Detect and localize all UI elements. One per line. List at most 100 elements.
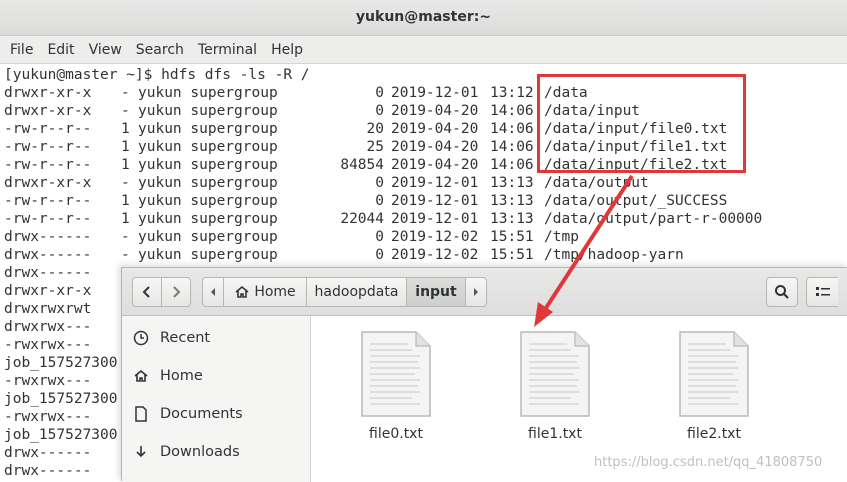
ls-time: 14:06 [490,103,534,119]
menu-view[interactable]: View [89,42,122,58]
ls-perm: drwxr-xr-x [4,103,92,119]
clock-icon [132,329,150,347]
menu-file[interactable]: File [10,42,33,58]
ls-size: 0 [375,103,384,119]
sidebar-item-label: Recent [160,330,211,346]
back-button[interactable] [132,277,162,307]
terminal-line-partial: -rwxrwx--- [4,373,92,389]
ls-path: /data/output/part-r-00000 [544,211,763,227]
download-icon [132,443,150,461]
list-view-icon [815,287,830,296]
sidebar-item-downloads[interactable]: Downloads [132,440,240,464]
ls-rep: 1 [121,193,130,209]
search-icon [775,285,789,299]
ls-date: 2019-12-01 [391,211,479,227]
ls-owner: yukun supergroup [138,103,278,119]
ls-time: 14:06 [490,139,534,155]
ls-date: 2019-04-20 [391,157,479,173]
sidebar-item-recent[interactable]: Recent [132,326,210,350]
ls-rep: 1 [121,139,130,155]
ls-perm: -rw-r--r-- [4,211,92,227]
ls-perm: -rw-r--r-- [4,193,92,209]
document-icon [132,405,150,423]
terminal-line-partial: -rwxrwx--- [4,337,92,353]
sidebar-item-label: Home [160,368,203,384]
command-prompt: [yukun@master ~]$ hdfs dfs -ls -R / [4,67,310,83]
ls-rep: - [121,85,130,101]
file-manager-window: Home hadoopdata input Recent Home Docume… [121,267,847,482]
ls-path: /data/output [544,175,649,191]
terminal-line-partial: job_157527300 [4,391,118,407]
ls-size: 0 [375,175,384,191]
menubar: File Edit View Search Terminal Help [0,36,847,64]
ls-path: /tmp/hadoop-yarn [544,247,684,263]
file-name: file2.txt [687,426,741,442]
breadcrumb-hadoopdata[interactable]: hadoopdata [306,277,407,307]
ls-time: 14:06 [490,157,534,173]
highlight-box [537,74,746,173]
ls-date: 2019-04-20 [391,121,479,137]
ls-rep: 1 [121,121,130,137]
menu-terminal[interactable]: Terminal [198,42,257,58]
menu-help[interactable]: Help [271,42,303,58]
ls-size: 20 [366,121,384,137]
ls-time: 15:51 [490,229,534,245]
breadcrumb-home-label: Home [254,284,296,300]
terminal-line-partial: drwxrwx--- [4,319,92,335]
breadcrumb-home[interactable]: Home [223,277,307,307]
ls-size: 0 [375,85,384,101]
breadcrumb-scroll-right[interactable] [465,277,487,307]
ls-size: 22044 [340,211,384,227]
sidebar-item-label: Documents [160,406,243,422]
ls-rep: - [121,175,130,191]
ls-date: 2019-12-01 [391,85,479,101]
ls-perm: drwxr-xr-x [4,175,92,191]
sidebar-item-label: Downloads [160,444,240,460]
ls-rep: - [121,103,130,119]
ls-perm: drwxr-xr-x [4,85,92,101]
text-file-icon [361,331,431,417]
ls-perm: drwx------ [4,229,92,245]
breadcrumb-input[interactable]: input [406,277,466,307]
ls-time: 14:06 [490,121,534,137]
view-options-button[interactable] [806,277,838,307]
menu-search[interactable]: Search [136,42,184,58]
ls-date: 2019-04-20 [391,139,479,155]
ls-owner: yukun supergroup [138,229,278,245]
ls-size: 25 [366,139,384,155]
file-item[interactable]: file1.txt [492,330,602,460]
forward-button[interactable] [161,277,191,307]
ls-perm: -rw-r--r-- [4,139,92,155]
ls-rep: - [121,247,130,263]
home-icon [235,285,249,298]
ls-time: 13:13 [490,193,534,209]
terminal-titlebar: yukun@master:~ [0,0,847,36]
file-item[interactable]: file0.txt [333,330,443,460]
ls-owner: yukun supergroup [138,211,278,227]
menu-edit[interactable]: Edit [47,42,74,58]
triangle-right-icon [474,288,478,296]
search-button[interactable] [766,277,798,307]
sidebar-item-documents[interactable]: Documents [132,402,243,426]
places-sidebar: Recent Home Documents Downloads [122,316,311,482]
ls-time: 13:13 [490,175,534,191]
terminal-line-partial: drwx------ [4,265,92,281]
ls-rep: 1 [121,211,130,227]
watermark: https://blog.csdn.net/qq_41808750 [594,455,823,470]
window-title: yukun@master:~ [355,9,492,25]
ls-owner: yukun supergroup [138,139,278,155]
ls-date: 2019-12-02 [391,247,479,263]
terminal-line-partial: -rwxrwx--- [4,409,92,425]
terminal-line-partial: drwx------ [4,463,92,479]
ls-path: /tmp [544,229,579,245]
breadcrumb-scroll-left[interactable] [202,277,224,307]
ls-size: 0 [375,193,384,209]
file-item[interactable]: file2.txt [651,330,761,460]
sidebar-item-home[interactable]: Home [132,364,203,388]
ls-date: 2019-04-20 [391,103,479,119]
ls-owner: yukun supergroup [138,175,278,191]
ls-owner: yukun supergroup [138,193,278,209]
terminal-line-partial: drwxrwxrwt [4,301,92,317]
ls-rep: - [121,229,130,245]
ls-size: 0 [375,229,384,245]
